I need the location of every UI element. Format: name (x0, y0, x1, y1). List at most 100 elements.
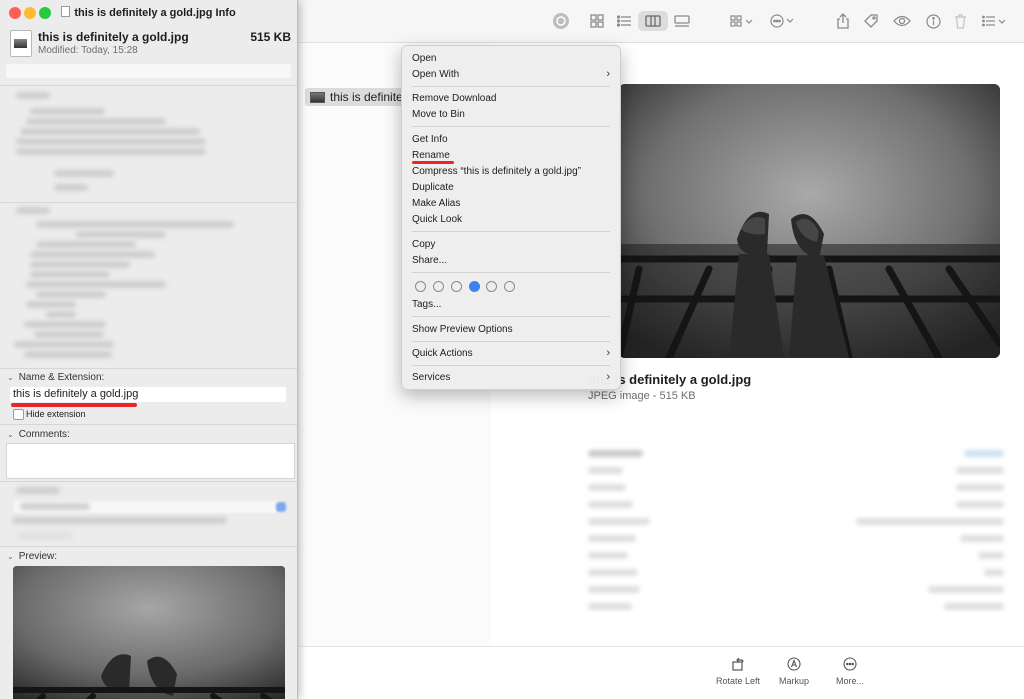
menu-separator (412, 86, 610, 87)
info-header: this is definitely a gold.jpg 515 KB Mod… (0, 26, 297, 62)
name-extension-section-header[interactable]: ⌄ Name & Extension: (7, 372, 104, 383)
name-extension-input[interactable]: this is definitely a gold.jpg (10, 387, 286, 402)
finder-toolbar (298, 0, 1024, 43)
document-icon (61, 6, 71, 17)
menu-item-move-to-bin[interactable]: Move to Bin (412, 106, 610, 122)
menu-separator (412, 272, 610, 273)
menu-separator (412, 316, 610, 317)
tag-color-dot[interactable] (451, 281, 462, 292)
menu-item-label: Open (412, 52, 437, 64)
chevron-right-icon: › (606, 347, 610, 359)
rotate-left-label: Rotate Left (715, 676, 761, 686)
menu-item-label: Remove Download (412, 92, 497, 104)
action-icon[interactable] (768, 11, 798, 31)
trash-icon[interactable] (950, 11, 970, 31)
menu-item-copy[interactable]: Copy (412, 236, 610, 252)
more-label: More... (835, 676, 864, 686)
info-titlebar: this is definitely a gold.jpg Info (0, 0, 297, 26)
menu-item-label: Services (412, 371, 451, 383)
menu-item-share[interactable]: Share... (412, 252, 610, 268)
tag-icon[interactable] (861, 11, 881, 31)
menu-item-label: Duplicate (412, 181, 454, 193)
airdrop-icon[interactable] (550, 11, 572, 31)
info-modified: Modified: Today, 15:28 (38, 45, 138, 56)
info-preview-image (13, 566, 285, 699)
image-thumbnail-icon (310, 91, 325, 103)
menu-item-label: Compress “this is definitely a gold.jpg” (412, 165, 581, 177)
menu-item-quick-look[interactable]: Quick Look (412, 211, 610, 227)
menu-item-services[interactable]: Services › (412, 369, 610, 385)
menu-separator (412, 231, 610, 232)
menu-item-label: Quick Actions (412, 347, 473, 359)
jpeg-file-icon (10, 30, 32, 57)
chevron-right-icon: › (606, 371, 610, 383)
menu-item-label: Copy (412, 238, 436, 250)
menu-item-label: Quick Look (412, 213, 463, 225)
quick-look-icon[interactable] (891, 11, 913, 31)
comments-section-header[interactable]: ⌄ Comments: (7, 429, 70, 440)
name-extension-label: Name & Extension: (18, 372, 105, 383)
menu-item-open[interactable]: Open (412, 50, 610, 66)
tag-color-dot[interactable] (415, 281, 426, 292)
annotation-underline-name-field (11, 403, 137, 407)
menu-item-get-info[interactable]: Get Info (412, 131, 610, 147)
menu-item-make-alias[interactable]: Make Alias (412, 195, 610, 211)
menu-item-open-with[interactable]: Open With › (412, 66, 610, 82)
get-info-window: this is definitely a gold.jpg Info this … (0, 0, 298, 699)
more-button[interactable]: More... (815, 655, 885, 686)
preview-image (619, 84, 1000, 358)
chevron-down-icon: ⌄ (7, 430, 14, 439)
info-window-title: this is definitely a gold.jpg Info (0, 6, 297, 19)
list-options-icon[interactable] (980, 11, 1010, 31)
tag-color-dot[interactable] (486, 281, 497, 292)
share-icon[interactable] (833, 11, 853, 31)
preview-metadata-blurred (588, 405, 1004, 610)
comments-label: Comments: (18, 429, 70, 440)
menu-item-label: Tags... (412, 298, 442, 310)
chevron-right-icon: › (606, 68, 610, 80)
menu-item-tags[interactable]: Tags... (412, 296, 610, 312)
list-view-icon[interactable] (613, 11, 635, 31)
tag-color-dot[interactable] (433, 281, 444, 292)
hide-extension-label: Hide extension (26, 409, 86, 419)
preview-actions-bar: Rotate Left Markup More... (298, 646, 1024, 699)
hide-extension-checkbox[interactable] (13, 409, 24, 420)
tag-color-dot[interactable] (504, 281, 515, 292)
chevron-down-icon: ⌄ (7, 373, 14, 382)
menu-item-label: Share... (412, 254, 448, 266)
info-filename: this is definitely a gold.jpg (38, 30, 189, 44)
menu-item-label: Get Info (412, 133, 448, 145)
menu-separator (412, 126, 610, 127)
tag-color-dot-blue[interactable] (469, 281, 480, 292)
group-icon[interactable] (728, 11, 756, 31)
gallery-view-icon[interactable] (671, 11, 693, 31)
comments-textarea[interactable] (6, 443, 295, 479)
info-filesize: 515 KB (250, 30, 291, 44)
menu-separator (412, 341, 610, 342)
menu-item-compress[interactable]: Compress “this is definitely a gold.jpg” (412, 163, 610, 179)
menu-item-label: Make Alias (412, 197, 461, 209)
general-section-blurred (6, 90, 291, 200)
preview-file-subtitle: JPEG image - 515 KB (588, 390, 696, 402)
menu-item-label: Rename (412, 149, 450, 161)
info-window-title-text: this is definitely a gold.jpg Info (74, 7, 236, 19)
menu-separator (412, 365, 610, 366)
menu-item-label: Move to Bin (412, 108, 465, 120)
icon-view-icon[interactable] (586, 11, 608, 31)
context-menu: Open Open With › Remove Download Move to … (401, 45, 621, 390)
chevron-down-icon: ⌄ (7, 552, 14, 561)
column-view-icon[interactable] (638, 11, 668, 31)
menu-item-duplicate[interactable]: Duplicate (412, 179, 610, 195)
preview-section-header[interactable]: ⌄ Preview: (7, 551, 57, 562)
preview-section-label: Preview: (18, 551, 58, 562)
menu-item-remove-download[interactable]: Remove Download (412, 90, 610, 106)
selected-file-name: this is definitely (330, 90, 412, 104)
more-info-section-blurred (6, 205, 291, 365)
menu-item-label: Show Preview Options (412, 323, 513, 335)
menu-item-show-preview-options[interactable]: Show Preview Options (412, 321, 610, 337)
menu-item-label: Open With (412, 68, 460, 80)
name-field-value: this is definitely a gold.jpg (13, 388, 139, 400)
tags-field-blurred (6, 64, 291, 78)
menu-item-quick-actions[interactable]: Quick Actions › (412, 345, 610, 361)
info-icon[interactable] (923, 11, 943, 31)
